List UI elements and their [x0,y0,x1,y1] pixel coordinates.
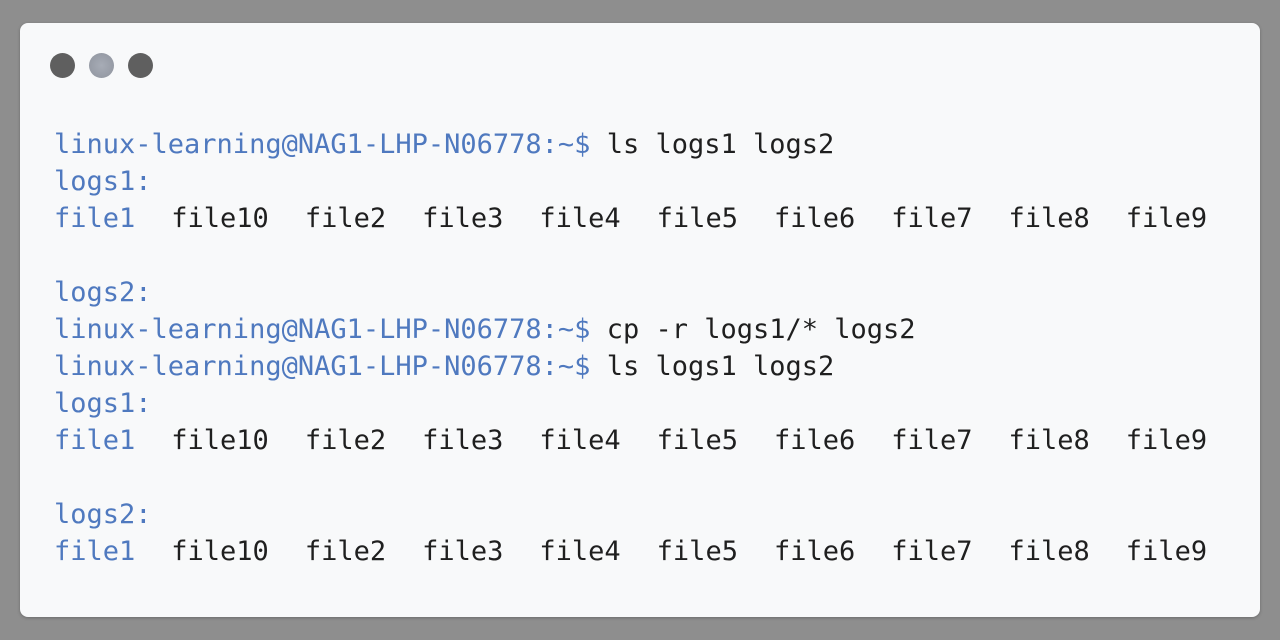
directory-header: logs2: [54,274,1240,311]
directory-label: logs1: [54,388,152,419]
file-name: file4 [539,425,621,456]
file-name: file7 [891,536,973,567]
command-line: linux-learning@NAG1-LHP-N06778:~$ ls log… [54,348,1240,385]
file-name: file6 [773,425,856,456]
file-name: file1 [54,536,136,567]
command-line: linux-learning@NAG1-LHP-N06778:~$ ls log… [54,126,1240,163]
file-name: file3 [422,203,504,234]
file-name: file6 [773,203,856,234]
terminal-window: linux-learning@NAG1-LHP-N06778:~$ ls log… [20,23,1260,617]
file-name: file10 [171,536,269,567]
minimize-icon[interactable] [89,53,114,78]
file-name: file9 [1125,536,1208,567]
file-name: file2 [304,536,387,567]
terminal-output[interactable]: linux-learning@NAG1-LHP-N06778:~$ ls log… [54,126,1240,570]
directory-label: logs1: [54,166,152,197]
file-name: file9 [1125,203,1208,234]
file-name: file8 [1008,536,1090,567]
shell-prompt: linux-learning@NAG1-LHP-N06778:~$ [54,314,591,345]
file-listing: file1 file10 file2 file3 file4 file5 file6 file… [54,422,1240,459]
file-name: file8 [1008,203,1090,234]
directory-header: logs2: [54,496,1240,533]
file-name: file5 [656,203,738,234]
directory-header: logs1: [54,163,1240,200]
directory-label: logs2: [54,499,152,530]
file-name: file10 [171,425,269,456]
close-icon[interactable] [50,53,75,78]
file-name: file4 [539,536,621,567]
command-text: ls logs1 logs2 [590,351,835,382]
file-name: file10 [171,203,269,234]
window-controls [50,53,153,79]
directory-header: logs1: [54,385,1240,422]
file-listing: file1 file10 file2 file3 file4 file5 file6 file… [54,200,1240,237]
directory-label: logs2: [54,277,152,308]
command-line: linux-learning@NAG1-LHP-N06778:~$ cp -r … [54,311,1240,348]
file-name: file5 [656,425,738,456]
file-name: file1 [54,203,136,234]
file-name: file9 [1125,425,1208,456]
shell-prompt: linux-learning@NAG1-LHP-N06778:~$ [54,129,591,160]
file-name: file4 [539,203,621,234]
file-listing: file1 file10 file2 file3 file4 file5 file6 file… [54,533,1240,570]
file-name: file6 [773,536,856,567]
file-name: file5 [656,536,738,567]
command-text: cp -r logs1/* logs2 [590,314,916,345]
file-name: file3 [422,536,504,567]
maximize-icon[interactable] [128,53,153,78]
file-name: file7 [891,425,973,456]
file-name: file2 [304,425,387,456]
file-name: file8 [1008,425,1090,456]
file-name: file7 [891,203,973,234]
shell-prompt: linux-learning@NAG1-LHP-N06778:~$ [54,351,591,382]
file-name: file2 [304,203,387,234]
file-name: file1 [54,425,136,456]
file-name: file3 [422,425,504,456]
command-text: ls logs1 logs2 [590,129,835,160]
